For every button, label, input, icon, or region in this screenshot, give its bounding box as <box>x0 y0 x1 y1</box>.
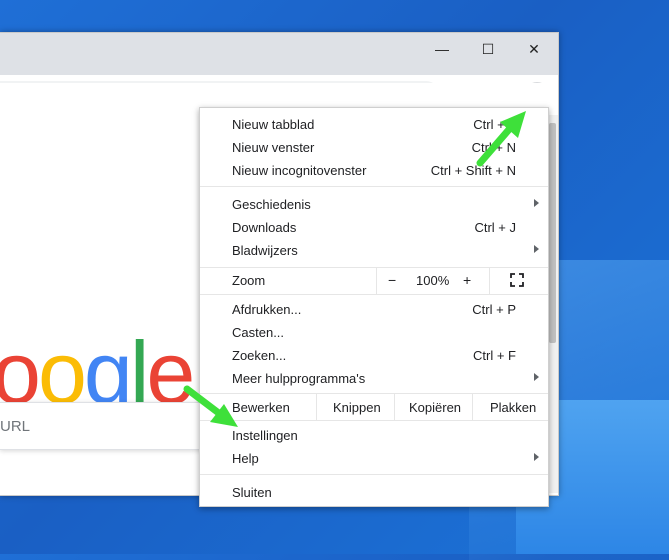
annotation-arrow-menu <box>476 111 526 167</box>
cut-label: Knippen <box>333 400 381 415</box>
scrollbar-thumb[interactable] <box>549 123 556 343</box>
menu-item-exit[interactable]: Sluiten <box>200 481 548 504</box>
close-icon: ✕ <box>528 40 540 57</box>
menu-item-shortcut: Ctrl + J <box>474 220 516 235</box>
menu-item-label: Afdrukken... <box>232 302 302 317</box>
zoom-level: 100% <box>416 273 450 288</box>
menu-separator <box>200 186 548 187</box>
menu-item-cast[interactable]: Casten... <box>200 321 548 344</box>
maximize-icon: ☐ <box>481 40 495 57</box>
menu-item-label: Nieuw tabblad <box>232 117 315 132</box>
cut-button[interactable]: Knippen <box>316 394 395 420</box>
menu-edit-row: Bewerken Knippen Kopiëren Plakken <box>200 394 548 420</box>
maximize-button[interactable]: ☐ <box>465 33 511 65</box>
menu-item-label: Help <box>232 451 259 466</box>
menu-item-label: Instellingen <box>232 428 298 443</box>
menu-item-find[interactable]: Zoeken... Ctrl + F <box>200 344 548 367</box>
menu-separator <box>200 474 548 475</box>
copy-button[interactable]: Kopiëren <box>394 394 473 420</box>
menu-separator <box>200 294 548 295</box>
copy-label: Kopiëren <box>409 400 462 415</box>
submenu-arrow-icon <box>534 199 539 207</box>
menu-item-label: Casten... <box>232 325 285 340</box>
menu-item-label: Sluiten <box>232 485 272 500</box>
minimize-button[interactable]: — <box>419 33 465 65</box>
submenu-arrow-icon <box>534 245 539 253</box>
menu-item-print[interactable]: Afdrukken... Ctrl + P <box>200 298 548 321</box>
submenu-arrow-icon <box>534 373 539 381</box>
menu-item-settings[interactable]: Instellingen <box>200 424 548 447</box>
menu-item-shortcut: Ctrl + P <box>472 302 516 317</box>
menu-item-label: Nieuw incognitovenster <box>232 163 367 178</box>
menu-item-label: Meer hulpprogramma's <box>232 371 366 386</box>
zoom-in-button[interactable]: + <box>463 272 471 288</box>
menu-item-label: Zoeken... <box>232 348 287 363</box>
menu-item-label: Nieuw venster <box>232 140 315 155</box>
menu-zoom-row: Zoom − 100% + <box>200 268 548 294</box>
submenu-arrow-icon <box>534 453 539 461</box>
menu-item-label: Downloads <box>232 220 297 235</box>
menu-item-downloads[interactable]: Downloads Ctrl + J <box>200 216 548 239</box>
search-placeholder: URL <box>0 418 31 435</box>
fullscreen-icon[interactable] <box>510 273 524 287</box>
menu-item-bookmarks[interactable]: Bladwijzers <box>200 239 548 262</box>
minimize-icon: — <box>435 41 449 57</box>
annotation-arrow-settings <box>183 385 238 427</box>
menu-item-shortcut: Ctrl + F <box>473 348 516 363</box>
menu-item-label: Bladwijzers <box>232 243 298 258</box>
menu-item-help[interactable]: Help <box>200 447 548 470</box>
menu-item-more-tools[interactable]: Meer hulpprogramma's <box>200 367 548 390</box>
paste-button[interactable]: Plakken <box>472 394 549 420</box>
menu-item-history[interactable]: Geschiedenis <box>200 193 548 216</box>
zoom-out-button[interactable]: − <box>388 272 396 288</box>
menu-item-label: Geschiedenis <box>232 197 311 212</box>
zoom-label: Zoom <box>232 273 266 288</box>
paste-label: Plakken <box>490 400 537 415</box>
menu-separator <box>200 420 548 421</box>
close-window-button[interactable]: ✕ <box>511 33 557 65</box>
title-bar: — ☐ ✕ <box>0 33 558 75</box>
